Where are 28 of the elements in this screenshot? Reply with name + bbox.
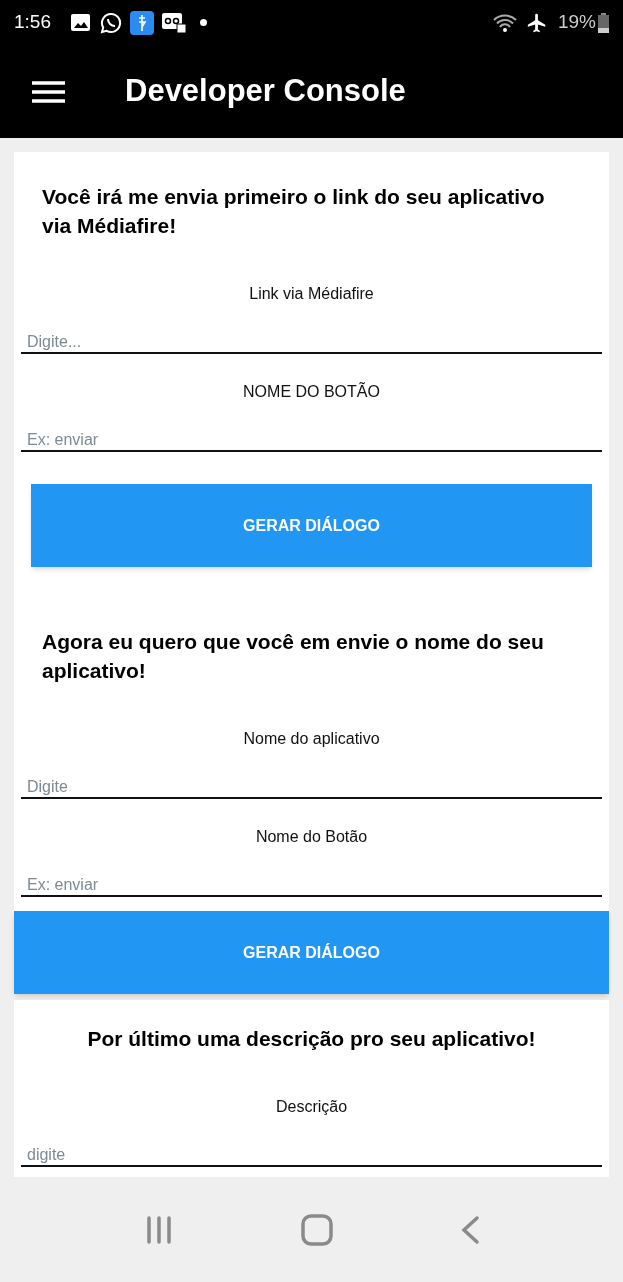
airplane-icon bbox=[525, 11, 548, 34]
section-heading: Por último uma descrição pro seu aplicativo! bbox=[87, 1026, 536, 1052]
field-label: Nome do Botão bbox=[255, 827, 368, 847]
voicemail-icon bbox=[162, 12, 186, 33]
input-field[interactable]: Digite... bbox=[21, 332, 602, 354]
app-icon bbox=[130, 10, 154, 35]
input-field[interactable]: digite bbox=[21, 1145, 602, 1167]
chat-icon bbox=[100, 11, 122, 34]
field-label: NOME DO BOTÃO bbox=[243, 381, 380, 402]
field-label: Descrição bbox=[275, 1097, 348, 1117]
section-heading: Você irá me envia primeiro o link do seu aplicativo via Médiafire! bbox=[42, 184, 546, 239]
menu-icon[interactable] bbox=[32, 79, 65, 104]
clock: 1:56 bbox=[14, 10, 51, 35]
dot-icon bbox=[200, 19, 207, 26]
input-field[interactable]: Digite bbox=[21, 777, 602, 799]
generate-button[interactable]: GERAR DIÁLOGO bbox=[14, 911, 609, 994]
generate-button[interactable]: GERAR DIÁLOGO bbox=[31, 484, 592, 567]
image-icon bbox=[71, 14, 90, 31]
input-field[interactable]: Ex: enviar bbox=[21, 875, 602, 897]
app-title: Developer Console bbox=[125, 72, 406, 111]
back-icon[interactable] bbox=[459, 1214, 480, 1245]
input-field[interactable]: Ex: enviar bbox=[21, 430, 602, 452]
section-heading: Agora eu quero que você em envie o nome do seu aplicativo! bbox=[42, 629, 545, 684]
field-label: Link via Médiafire bbox=[249, 284, 374, 304]
battery-icon bbox=[598, 12, 609, 33]
home-icon[interactable] bbox=[300, 1213, 333, 1246]
field-label: Nome do aplicativo bbox=[243, 729, 380, 749]
battery-percent: 19% bbox=[557, 10, 596, 35]
